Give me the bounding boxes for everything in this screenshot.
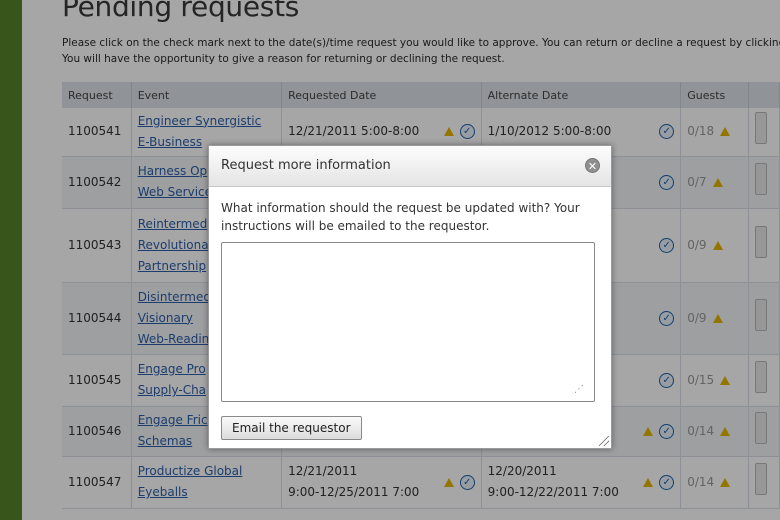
close-icon[interactable]: ✕	[585, 158, 600, 173]
instructions-textarea[interactable]	[221, 242, 595, 402]
dialog-title: Request more information	[221, 158, 391, 173]
dialog-header: Request more information ✕	[209, 146, 611, 187]
email-requestor-button[interactable]: Email the requestor	[221, 416, 362, 440]
request-info-dialog: Request more information ✕ What informat…	[208, 145, 612, 449]
textarea-resize-grip[interactable]: ⋰	[574, 384, 584, 395]
dialog-resize-handle[interactable]	[599, 436, 609, 446]
dialog-prompt: What information should the request be u…	[221, 201, 580, 233]
